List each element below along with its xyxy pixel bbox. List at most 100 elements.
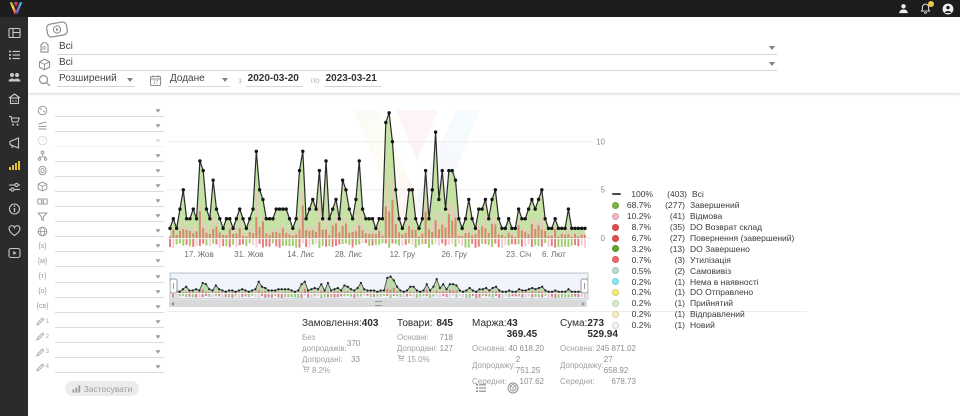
sidebar-item-dashboard[interactable] (7, 26, 21, 39)
banknote-icon (36, 196, 49, 207)
filter-select[interactable] (55, 361, 164, 373)
legend-label: DO Завершено (690, 244, 750, 254)
filter-select[interactable] (55, 180, 164, 192)
scroll-left-icon[interactable] (171, 302, 174, 306)
legend-swatch-icon (612, 213, 619, 220)
filter-select[interactable] (55, 346, 164, 358)
sidebar-item-settings[interactable] (7, 180, 21, 193)
list-view-icon[interactable] (475, 382, 487, 394)
legend-item[interactable]: 100%(403)Всі (612, 189, 812, 200)
status-filter-select[interactable]: Всі (57, 41, 777, 55)
sidebar-item-analytics[interactable] (7, 158, 21, 171)
sidebar-item-support[interactable] (7, 224, 21, 237)
chevron-down-icon (155, 275, 160, 278)
filter-select[interactable] (55, 210, 164, 222)
legend-percent: 8.7% (623, 222, 651, 232)
legend-item[interactable]: 0.2%(1)Нема в наявності (612, 276, 812, 287)
date-from-input[interactable]: 2020-03-20 (246, 73, 303, 87)
legend-label: Повернення (завершений) (690, 233, 794, 243)
legend-item[interactable]: 0.2%(1)Новий (612, 320, 812, 331)
filter-select[interactable] (55, 195, 164, 207)
pencil-number: 4 (46, 364, 49, 370)
pencil-number: 2 (46, 334, 49, 340)
legend-count: (1) (655, 309, 685, 319)
stat-sub-row: Основні:718 (397, 332, 453, 343)
date-to-input[interactable]: 2023-03-21 (324, 73, 381, 87)
legend-item[interactable]: 10.2%(41)Відмова (612, 211, 812, 222)
sidebar-item-store[interactable] (7, 92, 21, 105)
stat-sub-row: Основна:245 871.02 (560, 343, 636, 354)
filter-select[interactable] (55, 105, 164, 117)
filter-select[interactable] (55, 135, 164, 147)
stat-sub-label: Основна: (560, 344, 594, 353)
legend-label: Всі (692, 189, 704, 199)
filter-select[interactable] (55, 301, 164, 313)
legend-item[interactable]: 3.2%(13)DO Завершено (612, 243, 812, 254)
chart-scrollbar[interactable] (169, 300, 587, 307)
pencil-icon: 2 (36, 331, 49, 342)
legend-item[interactable]: 0.2%(1)DO Отправлено (612, 287, 812, 298)
filter-select[interactable] (55, 150, 164, 162)
legend-item[interactable]: 6.7%(27)Повернення (завершений) (612, 233, 812, 244)
product-filter-value: Всі (59, 57, 73, 68)
sidebar-item-customers[interactable] (7, 70, 21, 83)
sidebar-item-cart[interactable] (7, 114, 21, 127)
legend-item[interactable]: 68.7%(277)Завершений (612, 200, 812, 211)
stat-value: 43 369.45 (507, 318, 544, 340)
filter-select[interactable] (55, 331, 164, 343)
sidebar-item-info[interactable] (7, 202, 21, 215)
sidebar-item-video[interactable] (7, 246, 21, 259)
legend-item[interactable]: 0.5%(2)Самовивіз (612, 265, 812, 276)
stat-sub-row: 15.0% (397, 354, 453, 365)
stat-sub-label: Допродані: (397, 344, 438, 353)
product-filter-select[interactable]: Всі (57, 57, 777, 71)
chevron-down-icon (769, 62, 775, 66)
legend-label: Утилізація (690, 255, 731, 265)
stat-value: 403 (362, 318, 379, 329)
tag-icon (38, 42, 51, 55)
legend-percent: 100% (625, 189, 653, 199)
legend-item[interactable]: 8.7%(35)DO Возврат склад (612, 222, 812, 233)
chevron-down-icon (155, 169, 160, 172)
notifications-badge (928, 1, 934, 7)
scroll-grip[interactable] (375, 301, 382, 306)
filter-select[interactable] (55, 165, 164, 177)
apply-button[interactable]: Застосувати (65, 381, 139, 396)
globe-icon (36, 105, 49, 116)
legend-item[interactable]: 0.2%(1)Відправлений (612, 309, 812, 320)
x-tick-label: 14. Лис (287, 250, 314, 259)
filter-select[interactable] (55, 240, 164, 252)
sidebar-item-campaigns[interactable] (7, 136, 21, 149)
filter-select[interactable] (55, 271, 164, 283)
legend-label: Відмова (690, 211, 722, 221)
stat-sub-row: Допродажу:27 658.92 (560, 354, 636, 376)
stat-sub-row: Основна:40 618.20 (472, 343, 544, 354)
filter-select[interactable] (55, 225, 164, 237)
sidebar-item-orders[interactable] (7, 48, 21, 61)
filter-select[interactable] (55, 120, 164, 132)
search-mode-value: Розширений (59, 73, 117, 84)
scroll-right-icon[interactable] (582, 302, 585, 306)
legend-item[interactable]: 0.7%(3)Утилізація (612, 254, 812, 265)
date-to-label: по (311, 76, 320, 85)
legend-item[interactable]: 0.2%(1)Прийнятий (612, 298, 812, 309)
legend-swatch-icon (612, 235, 619, 242)
stat-column: Товари:845Основні:718Допродані:12715.0% (397, 318, 453, 365)
filter-row-person (36, 163, 164, 178)
filter-select[interactable] (55, 255, 164, 267)
filter-panel: ? {s} {м} {т} {о} {св} 1 2 3 4 (36, 103, 164, 375)
filter-select[interactable] (55, 286, 164, 298)
search-mode-select[interactable]: Розширений (57, 73, 135, 87)
products-globe-icon[interactable] (507, 382, 519, 394)
video-hint-icon[interactable] (45, 20, 69, 39)
chart-navigator[interactable] (169, 272, 589, 300)
app-logo-icon[interactable] (8, 1, 24, 16)
notifications-bell-icon[interactable] (919, 2, 932, 15)
user-icon[interactable] (897, 2, 910, 15)
legend-swatch-icon (612, 224, 619, 231)
account-avatar-icon[interactable] (941, 2, 954, 15)
legend-count: (41) (655, 211, 685, 221)
filter-select[interactable] (55, 316, 164, 328)
date-field-select[interactable]: Додане (168, 73, 230, 87)
stat-label: Маржа: (472, 318, 507, 340)
